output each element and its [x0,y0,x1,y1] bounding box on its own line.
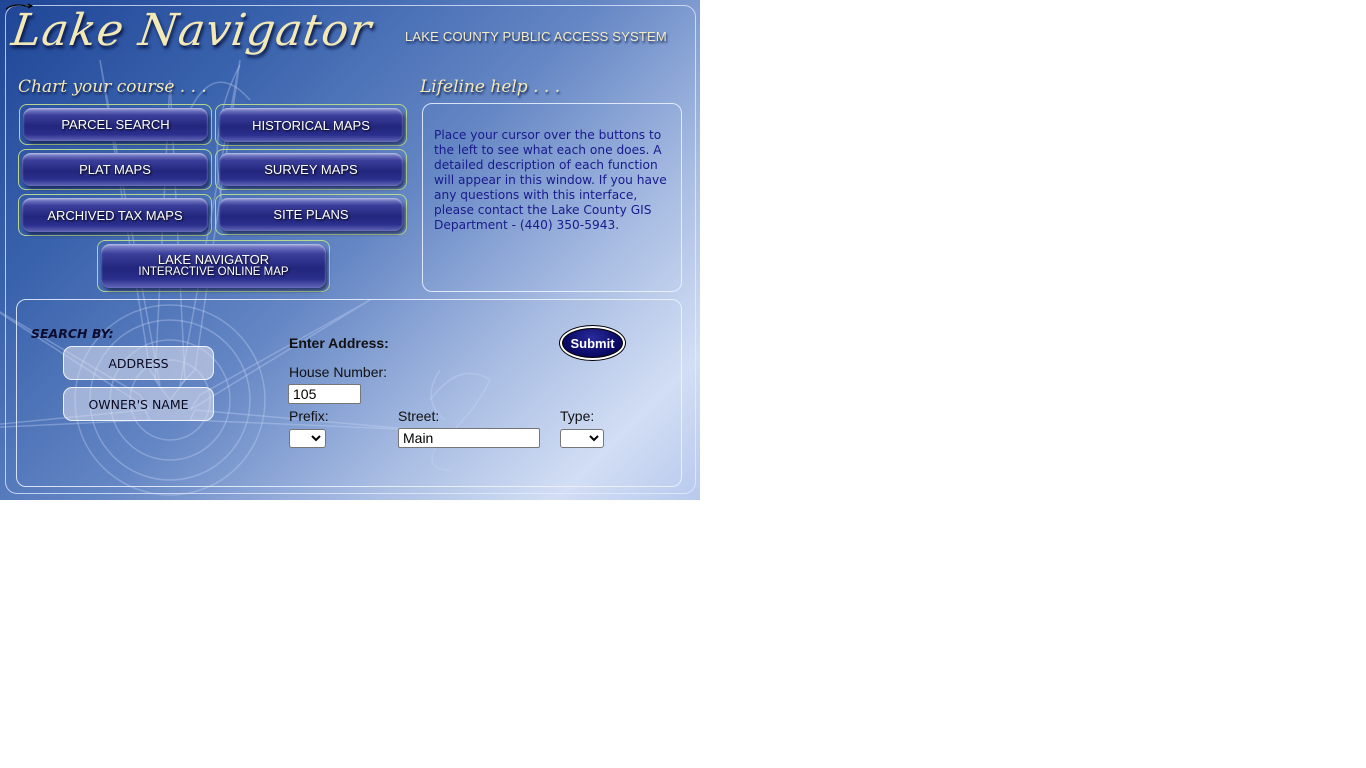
site-plans-button-frame: SITE PLANS [215,194,407,235]
plat-maps-button[interactable]: PLAT MAPS [22,153,208,186]
lifeline-help-heading: Lifeline help . . . [420,77,561,97]
parcel-search-button-frame: PARCEL SEARCH [19,104,212,145]
survey-maps-button[interactable]: SURVEY MAPS [219,153,403,186]
archived-tax-maps-button[interactable]: ARCHIVED TAX MAPS [22,198,208,232]
historical-maps-button[interactable]: HISTORICAL MAPS [219,108,403,142]
interactive-map-line1: LAKE NAVIGATOR [157,252,270,267]
survey-maps-button-frame: SURVEY MAPS [215,149,407,190]
lifeline-help-panel: Place your cursor over the buttons to th… [422,103,682,292]
site-plans-button[interactable]: SITE PLANS [219,198,403,231]
prefix-label: Prefix: [289,408,329,424]
system-tagline: LAKE COUNTY PUBLIC ACCESS SYSTEM [405,29,667,44]
house-number-label: House Number: [289,364,388,380]
plat-maps-button-frame: PLAT MAPS [18,149,212,190]
submit-button[interactable]: Submit [559,325,626,361]
archived-tax-maps-button-frame: ARCHIVED TAX MAPS [18,194,212,236]
type-label: Type: [560,408,595,424]
chevron-down-icon [311,435,321,442]
chart-your-course-heading: Chart your course . . . [18,77,207,97]
help-description: Place your cursor over the buttons to th… [434,128,667,232]
prefix-select[interactable] [289,429,326,448]
lake-navigator-app: Lake Navigator LAKE COUNTY PUBLIC ACCESS… [0,0,700,500]
interactive-online-map-button[interactable]: LAKE NAVIGATOR INTERACTIVE ONLINE MAP [101,244,326,288]
interactive-map-line2: INTERACTIVE ONLINE MAP [138,266,289,278]
house-number-input[interactable] [288,384,361,404]
street-label: Street: [398,408,440,424]
interactive-map-button-frame: LAKE NAVIGATOR INTERACTIVE ONLINE MAP [97,240,330,292]
historical-maps-button-frame: HISTORICAL MAPS [215,104,407,146]
parcel-search-button[interactable]: PARCEL SEARCH [23,108,208,141]
street-input[interactable] [398,428,540,448]
app-logo: Lake Navigator [8,5,375,56]
chevron-down-icon [589,435,599,442]
search-by-label: SEARCH BY: [31,326,114,341]
enter-address-label: Enter Address: [289,335,389,351]
submit-label: Submit [562,328,623,358]
search-by-owner-name-button[interactable]: OWNER'S NAME [63,387,214,421]
type-select[interactable] [560,429,604,448]
search-by-address-button[interactable]: ADDRESS [63,346,214,380]
